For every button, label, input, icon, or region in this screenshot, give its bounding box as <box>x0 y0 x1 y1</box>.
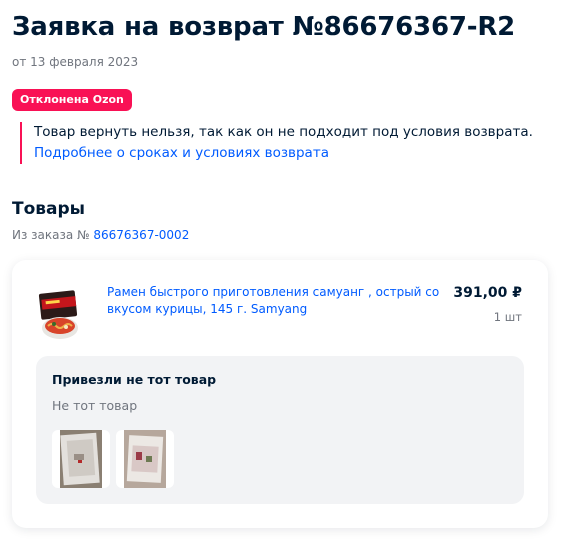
order-reference: Из заказа № 86676367-0002 <box>12 228 189 242</box>
order-number-link[interactable]: 86676367-0002 <box>93 228 189 242</box>
return-request-page: Заявка на возврат №86676367-R2 от 13 фев… <box>0 0 568 547</box>
notice-text: Товар вернуть нельзя, так как он не подх… <box>34 124 533 140</box>
ramen-package-icon[interactable] <box>38 286 84 342</box>
product-quantity: 1 шт <box>493 310 522 324</box>
page-title: Заявка на возврат №86676367-R2 <box>12 12 516 42</box>
status-notice: Товар вернуть нельзя, так как он не подх… <box>20 122 560 164</box>
photo-icon[interactable] <box>116 430 174 488</box>
reason-comment: Не тот товар <box>52 398 138 413</box>
reason-title: Привезли не тот товар <box>52 372 217 387</box>
order-prefix: Из заказа № <box>12 228 90 242</box>
product-name-link[interactable]: Рамен быстрого приготовления самуанг , о… <box>107 284 447 318</box>
return-reason-box: Привезли не тот товар Не тот товар <box>36 356 524 504</box>
return-terms-link[interactable]: Подробнее о сроках и условиях возврата <box>34 143 560 164</box>
goods-section-title: Товары <box>12 199 86 219</box>
status-badge: Отклонена Ozon <box>12 89 132 111</box>
photo-icon[interactable] <box>52 430 110 488</box>
request-date: от 13 февраля 2023 <box>12 55 139 69</box>
product-price: 391,00 ₽ <box>453 285 522 301</box>
product-card: Рамен быстрого приготовления самуанг , о… <box>12 260 548 528</box>
